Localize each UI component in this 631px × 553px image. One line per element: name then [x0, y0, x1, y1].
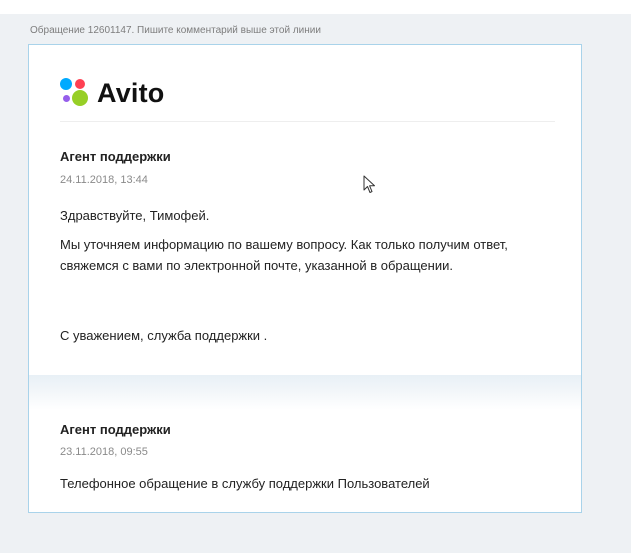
- ticket-reply-note: Обращение 12601147. Пишите комментарий в…: [30, 25, 321, 36]
- logo-dot-blue: [60, 78, 72, 90]
- logo-divider: [60, 121, 555, 122]
- logo-dot-purple: [63, 95, 70, 102]
- message-1-greeting: Здравствуйте, Тимофей.: [60, 208, 210, 223]
- message-2-author: Агент поддержки: [60, 422, 171, 437]
- message-1-signature: С уважением, служба поддержки .: [60, 328, 268, 343]
- logo-dot-green: [72, 90, 88, 106]
- message-1-body: Мы уточняем информацию по вашему вопросу…: [60, 237, 508, 273]
- mouse-pointer-icon: [363, 175, 375, 193]
- message-1-date: 24.11.2018, 13:44: [60, 174, 148, 186]
- logo-wordmark: Avito: [97, 78, 165, 108]
- message-2-date: 23.11.2018, 09:55: [60, 446, 148, 458]
- message-card: Avito Агент поддержки 24.11.2018, 13:44 …: [28, 44, 582, 513]
- top-strip: [0, 0, 631, 14]
- logo-dot-red: [75, 79, 85, 89]
- message-separator: [29, 375, 581, 410]
- avito-logo[interactable]: Avito: [60, 78, 165, 108]
- avito-logo-dots-icon: [60, 78, 90, 108]
- message-1-author: Агент поддержки: [60, 149, 171, 164]
- message-2-body: Телефонное обращение в службу поддержки …: [60, 476, 430, 491]
